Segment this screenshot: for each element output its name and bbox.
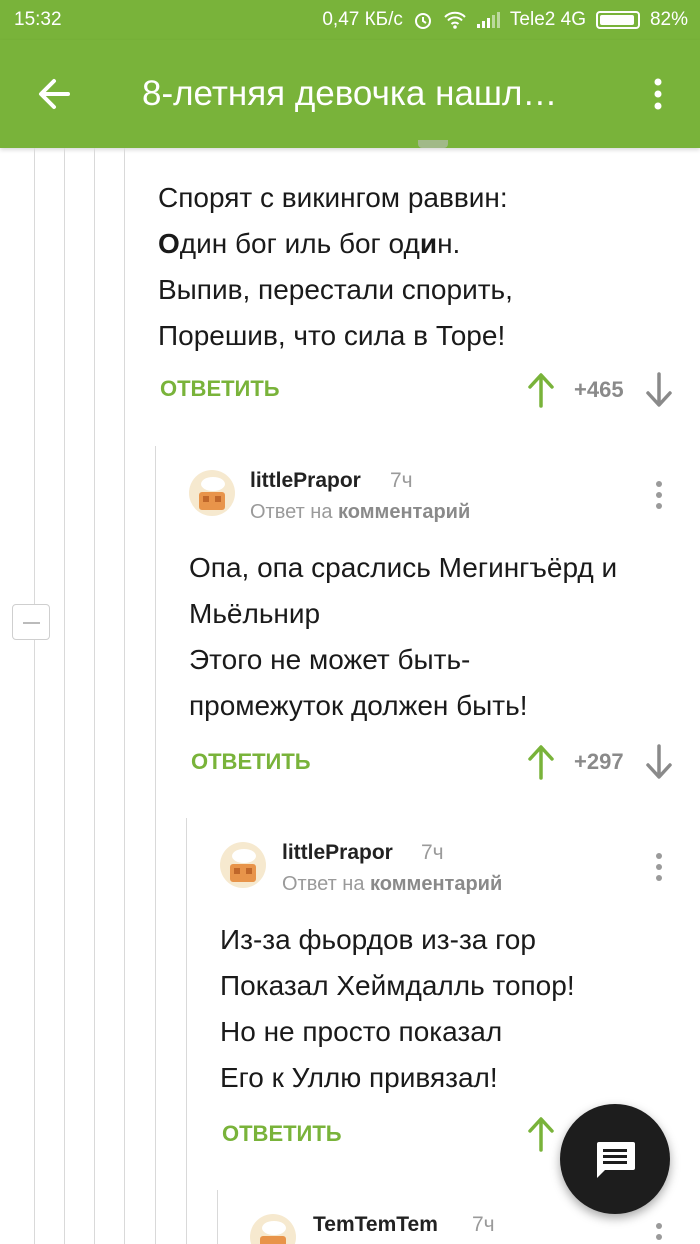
reply-button[interactable]: ОТВЕТИТЬ <box>191 749 311 775</box>
battery-icon <box>595 11 640 29</box>
thread-line <box>217 1190 218 1244</box>
text-line: Спорят с викингом раввин: <box>158 182 508 213</box>
text-bold: О <box>158 228 180 259</box>
write-comment-button[interactable] <box>560 1104 670 1214</box>
avatar[interactable] <box>220 842 266 888</box>
comment-body: Спорят с викингом раввин: Один бог иль б… <box>158 175 678 359</box>
avatar[interactable] <box>250 1214 296 1244</box>
text-line: Показал Хеймдалль топор! <box>220 970 575 1001</box>
avatar-image <box>230 849 256 882</box>
reply-prefix: Ответ на <box>282 873 365 895</box>
text-line: Опа, опа сраслись Мегингъёрд и <box>189 552 618 583</box>
clipped-content <box>418 140 448 148</box>
avatar-image <box>260 1221 286 1244</box>
more-vert-icon[interactable] <box>653 1222 665 1244</box>
more-vert-icon[interactable] <box>653 480 665 510</box>
thread-line <box>124 148 125 1244</box>
comment-body: Из-за фьордов из-за гор Показал Хеймдалл… <box>220 917 690 1101</box>
comment-body: Опа, опа сраслись Мегингъёрд и Мьёльнир … <box>189 545 689 729</box>
text-line: Выпив, перестали спорить, <box>158 274 513 305</box>
downvote-icon[interactable] <box>644 372 674 408</box>
comment-text: Спорят с викингом раввин: Один бог иль б… <box>158 175 678 359</box>
status-icons: 0,47 КБ/с Tele2 4G 82% <box>322 9 688 31</box>
minus-icon <box>23 622 40 624</box>
avatar-image <box>199 477 225 510</box>
thread-line <box>34 148 35 1244</box>
comment-author[interactable]: TemTemTem <box>313 1213 438 1237</box>
text-line: Порешив, что сила в Торе! <box>158 320 506 351</box>
chat-icon <box>597 1142 635 1178</box>
wifi-icon <box>444 11 466 29</box>
parent-comment-link[interactable]: комментарий <box>338 501 470 523</box>
text-line: Но не просто показал <box>220 1016 503 1047</box>
page-title: 8-летняя девочка нашл… <box>142 74 558 113</box>
text-line: промежуток должен быть! <box>189 690 528 721</box>
comment-time: 7ч <box>390 469 413 492</box>
comment-score: +297 <box>574 749 624 774</box>
text-line: Этого не может быть- <box>189 644 471 675</box>
comment-text: Из-за фьордов из-за гор Показал Хеймдалл… <box>220 917 690 1101</box>
text-bold: и <box>419 228 438 259</box>
thread-line <box>155 446 156 1244</box>
net-speed: 0,47 КБ/с <box>322 9 403 30</box>
reply-prefix: Ответ на <box>250 501 333 523</box>
avatar[interactable] <box>189 470 235 516</box>
upvote-icon[interactable] <box>526 744 556 780</box>
app-bar: 8-летняя девочка нашл… <box>0 40 700 148</box>
thread-line <box>64 148 65 1244</box>
alarm-icon <box>414 13 431 29</box>
thread-line <box>94 148 95 1244</box>
more-vert-icon[interactable] <box>648 76 668 112</box>
downvote-icon[interactable] <box>644 744 674 780</box>
text-line: Мьёльнир <box>189 598 321 629</box>
comment-time: 7ч <box>472 1213 495 1236</box>
reply-context: Ответ на комментарий <box>250 501 470 524</box>
text-span: дин бог иль бог од <box>179 228 420 259</box>
text-line: Его к Уллю привязал! <box>220 1062 498 1093</box>
reply-button[interactable]: ОТВЕТИТЬ <box>222 1121 342 1147</box>
comment-score: +465 <box>574 377 624 402</box>
comment-author[interactable]: littlePrapor <box>250 469 361 493</box>
thread-line <box>186 818 187 1244</box>
collapse-thread-button[interactable] <box>12 604 50 640</box>
upvote-icon[interactable] <box>526 1116 556 1152</box>
reply-context: Ответ на комментарий <box>282 873 502 896</box>
more-vert-icon[interactable] <box>653 852 665 882</box>
text-span: н. <box>437 228 461 259</box>
comment-time: 7ч <box>421 841 444 864</box>
comment-author[interactable]: littlePrapor <box>282 841 393 865</box>
signal-icon <box>476 12 500 28</box>
reply-button[interactable]: ОТВЕТИТЬ <box>160 376 280 402</box>
upvote-icon[interactable] <box>526 372 556 408</box>
comment-text: Опа, опа сраслись Мегингъёрд и Мьёльнир … <box>189 545 689 729</box>
parent-comment-link[interactable]: комментарий <box>370 873 502 895</box>
clock: 15:32 <box>14 9 62 30</box>
battery-level: 82% <box>649 9 688 30</box>
text-line: Из-за фьордов из-за гор <box>220 924 536 955</box>
arrow-left-icon[interactable] <box>34 74 74 114</box>
carrier: Tele2 4G <box>509 9 586 30</box>
text-line: Один бог иль бог один. <box>158 221 678 267</box>
status-bar: 15:32 0,47 КБ/с Tele2 4G 82% <box>0 0 700 40</box>
